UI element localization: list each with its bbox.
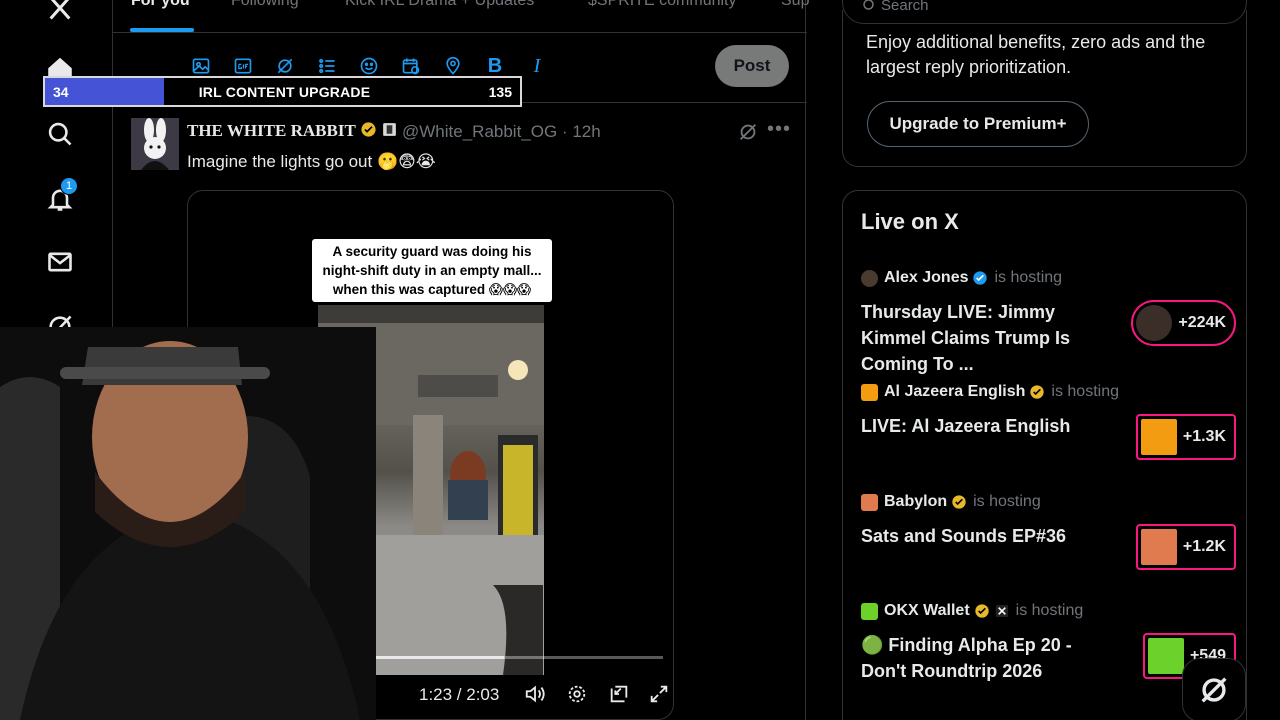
live-item[interactable]: OKX Wallet is hosting 🟢 Finding Alpha Ep… <box>861 600 1236 700</box>
image-icon[interactable] <box>190 55 212 77</box>
active-tab-indicator <box>130 28 194 32</box>
host-row: OKX Wallet is hosting <box>861 600 1083 622</box>
listener-count-pill[interactable]: +224K <box>1131 300 1236 346</box>
mail-icon[interactable] <box>44 246 76 278</box>
live-host-avatar <box>1136 305 1173 341</box>
upgrade-label: IRL CONTENT UPGRADE <box>198 84 371 100</box>
premium-upsell-card: Enjoy additional benefits, zero ads and … <box>842 10 1247 167</box>
streamer-webcam <box>0 327 376 720</box>
host-name: Alex Jones <box>884 269 969 286</box>
live-host-avatar <box>1140 529 1177 565</box>
grok-icon <box>1201 677 1227 703</box>
video-time: 1:23 / 2:03 <box>419 685 500 704</box>
host-avatar <box>861 383 878 401</box>
host-suffix: is hosting <box>994 269 1063 286</box>
host-row: Babylon is hosting <box>861 491 1041 513</box>
live-title: LIVE: Al Jazeera English <box>861 416 1071 436</box>
timeline-tabs: For you Following Kick IRL Drama + Updat… <box>113 0 809 33</box>
x-logo-icon[interactable] <box>44 0 76 24</box>
right-sidebar: Search Enjoy additional benefits, zero a… <box>806 0 1280 720</box>
live-on-x-card: Live on X Alex Jones is hosting Thursday… <box>842 190 1247 720</box>
picture-in-picture-icon[interactable] <box>608 683 632 707</box>
avatar[interactable] <box>131 118 179 170</box>
host-suffix: is hosting <box>1015 602 1084 619</box>
tab-sprite-community[interactable]: $SPRITE community <box>588 0 736 10</box>
host-name: Al Jazeera English <box>884 383 1026 400</box>
tab-kick-irl-drama[interactable]: Kick IRL Drama + Updates <box>345 0 534 10</box>
host-suffix: is hosting <box>1051 383 1119 400</box>
upgrade-goal-value: 135 <box>488 84 512 100</box>
listener-count: +1.2K <box>1182 538 1226 555</box>
grok-icon[interactable] <box>737 121 759 143</box>
grok-icon[interactable] <box>274 55 296 77</box>
live-title: Sats and Sounds EP#36 <box>861 526 1067 546</box>
host-avatar <box>861 269 878 287</box>
author-name-text: THE WHITE RABBIT <box>187 121 356 140</box>
stream-upgrade-progress: 34 IRL CONTENT UPGRADE 135 <box>43 76 522 107</box>
host-row: Al Jazeera English is hosting <box>861 381 1119 403</box>
live-item[interactable]: Alex Jones is hosting Thursday LIVE: Jim… <box>861 267 1236 374</box>
host-name: OKX Wallet <box>884 602 970 619</box>
listener-count: +1.3K <box>1182 428 1226 445</box>
video-caption: A security guard was doing his night-shi… <box>312 239 552 302</box>
italic-icon[interactable]: I <box>526 55 548 77</box>
premium-description: Enjoy additional benefits, zero ads and … <box>866 32 1206 77</box>
host-row: Alex Jones is hosting <box>861 267 1062 289</box>
verified-gold-icon <box>361 122 376 137</box>
tweet-text: Imagine the lights go out 🫢😨😭 <box>187 152 436 171</box>
host-avatar <box>861 493 878 511</box>
host-suffix: is hosting <box>973 493 1041 510</box>
fullscreen-icon[interactable] <box>648 683 672 707</box>
location-icon[interactable] <box>442 55 464 77</box>
listener-count-pill[interactable]: +1.3K <box>1135 414 1236 460</box>
more-options-icon[interactable]: ••• <box>767 118 791 141</box>
video-progress-fill <box>373 656 504 659</box>
verified-gold-icon <box>1030 385 1045 399</box>
bold-icon[interactable]: B <box>484 55 506 77</box>
live-section-title: Live on X <box>861 209 959 234</box>
volume-icon[interactable] <box>524 683 548 707</box>
schedule-icon[interactable] <box>400 55 422 77</box>
tab-for-you[interactable]: For you <box>131 0 190 10</box>
tweet-author-name[interactable]: THE WHITE RABBIT <box>187 121 398 141</box>
grok-floating-button[interactable] <box>1182 658 1246 720</box>
live-item[interactable]: Babylon is hosting Sats and Sounds EP#36… <box>861 491 1236 591</box>
notifications-badge: 1 <box>60 177 78 195</box>
live-item[interactable]: Al Jazeera English is hosting LIVE: Al J… <box>861 381 1236 481</box>
gif-icon[interactable] <box>232 55 254 77</box>
verified-gold-icon <box>952 495 966 509</box>
verified-blue-icon <box>973 271 988 285</box>
live-title: 🟢 Finding Alpha Ep 20 - Don't Roundtrip … <box>861 635 1072 681</box>
live-host-avatar <box>1140 419 1177 455</box>
live-host-avatar <box>1147 638 1184 674</box>
list-icon[interactable] <box>316 55 338 77</box>
post-button[interactable]: Post <box>715 45 789 87</box>
tweet-handle[interactable]: @White_Rabbit_OG · 12h <box>402 122 601 142</box>
video-progress-bar[interactable] <box>373 656 663 659</box>
host-avatar <box>861 602 878 620</box>
search-icon[interactable] <box>44 118 76 150</box>
settings-gear-icon[interactable] <box>566 683 590 707</box>
upgrade-premium-button[interactable]: Upgrade to Premium+ <box>867 101 1089 147</box>
host-name: Babylon <box>884 493 948 510</box>
affiliate-badge-icon <box>995 605 1008 617</box>
emoji-icon[interactable] <box>358 55 380 77</box>
verified-gold-icon <box>974 604 989 618</box>
listener-count-pill[interactable]: +1.2K <box>1135 524 1236 570</box>
tab-following[interactable]: Following <box>231 0 299 10</box>
live-title: Thursday LIVE: Jimmy Kimmel Claims Trump… <box>861 302 1071 374</box>
affiliate-badge-icon <box>383 123 396 136</box>
listener-count: +224K <box>1178 314 1226 331</box>
